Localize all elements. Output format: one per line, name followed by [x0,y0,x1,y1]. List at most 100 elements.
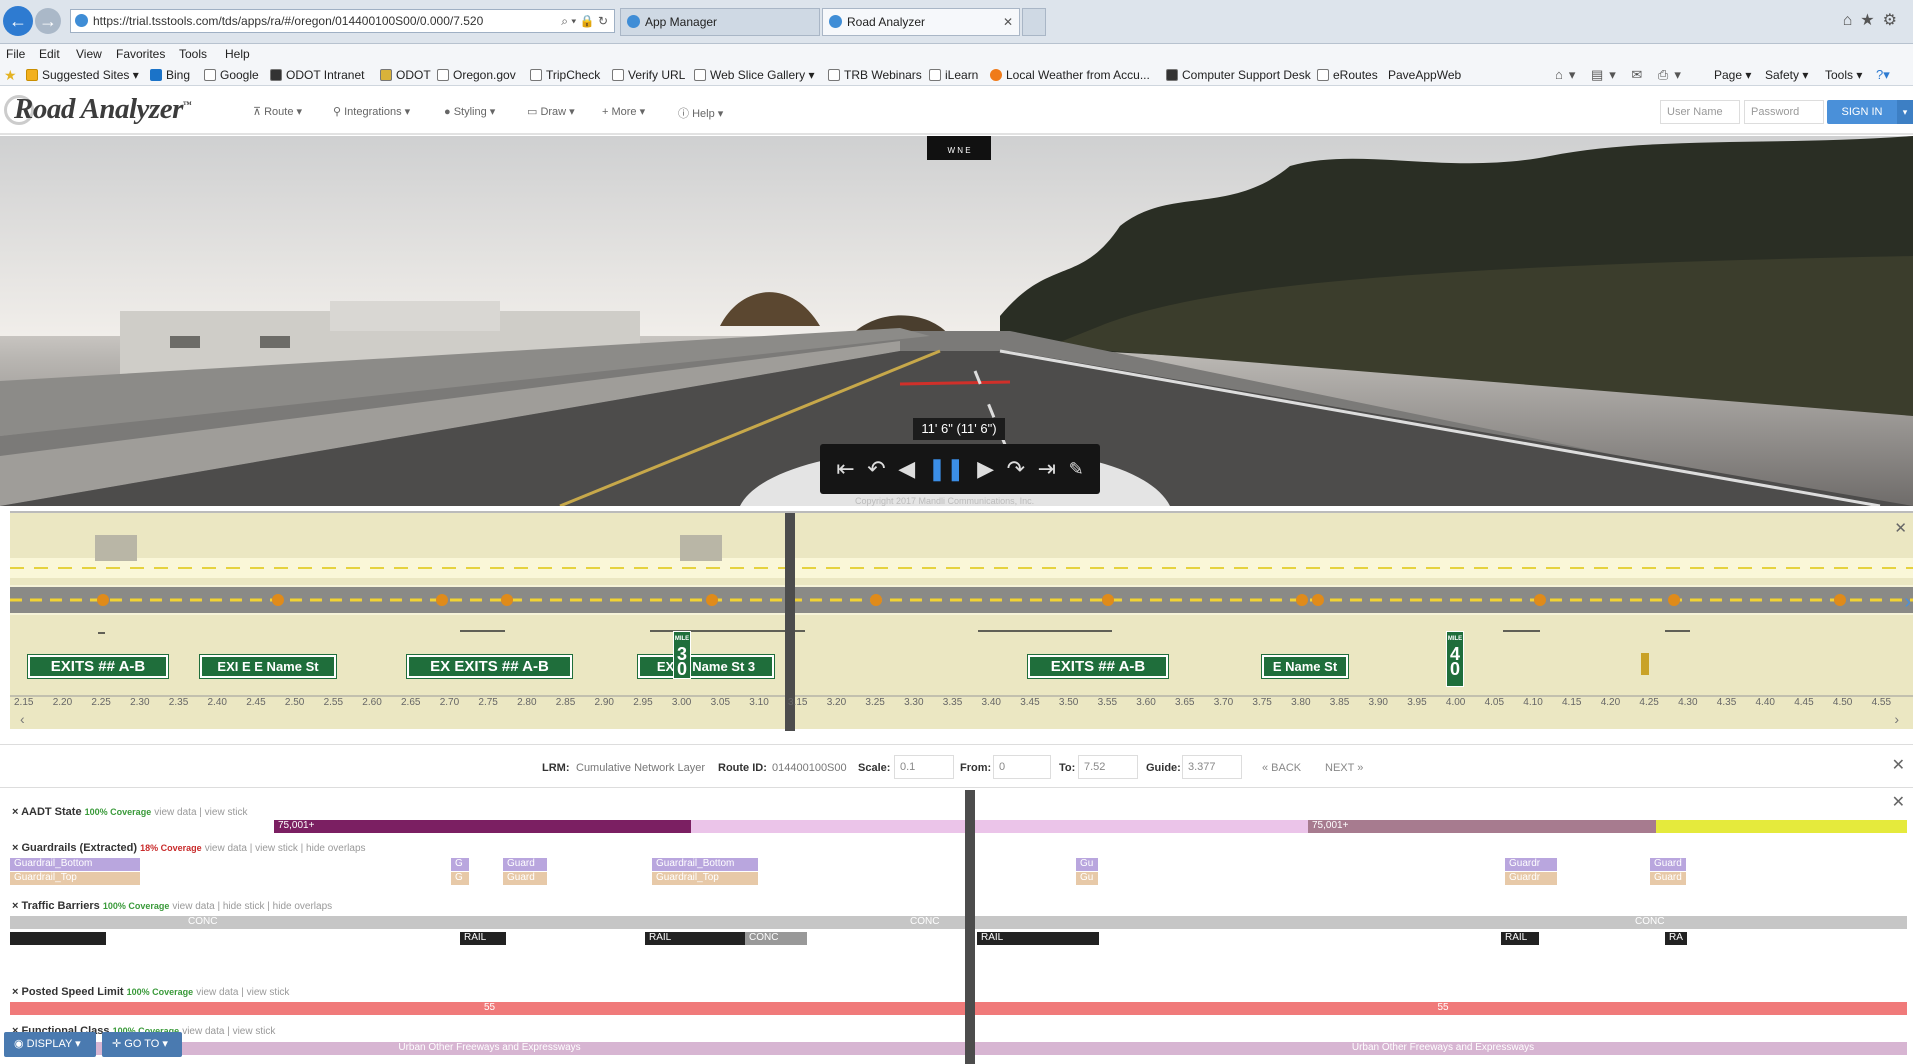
menu-tools[interactable]: Tools [179,47,207,61]
pause-icon[interactable]: ❚❚ [928,456,965,482]
fav-bing[interactable]: Bing [150,68,190,82]
collapse-icon[interactable]: × [12,806,21,818]
play-reverse-icon[interactable]: ◀ [898,456,915,482]
speed-segment[interactable]: 55 [975,1002,1907,1015]
guardrail-segment[interactable]: Guard [503,858,547,871]
step-forward-icon[interactable]: ↷ [1007,456,1025,482]
exit-sign[interactable]: E Name St [1261,654,1349,679]
address-bar[interactable]: https://trial.tsstools.com/tds/apps/ra/#… [70,9,615,33]
lrm-value[interactable]: Cumulative Network Layer [576,762,705,774]
fav-local-weather[interactable]: Local Weather from Accu... [990,68,1150,82]
new-tab-button[interactable] [1022,8,1046,36]
next-button[interactable]: NEXT » [1325,762,1363,774]
menu-edit[interactable]: Edit [39,47,60,61]
command-page[interactable]: Page ▾ [1714,68,1751,82]
measure-pencil-icon[interactable]: ✎ [1069,459,1084,480]
menu-help[interactable]: ⓘ Help ▾ [678,105,723,121]
username-input[interactable]: User Name [1660,100,1740,124]
barrier-segment[interactable] [10,932,106,945]
fav-oregon-gov[interactable]: Oregon.gov [437,68,516,82]
guardrail-segment[interactable]: Guardrail_Bottom [10,858,140,871]
help-icon[interactable]: ?▾ [1876,67,1890,83]
sign-in-button[interactable]: SIGN IN [1827,100,1897,124]
milepost-sign[interactable]: MILE 4 0 [1446,631,1464,687]
command-safety[interactable]: Safety ▾ [1765,68,1808,82]
aadt-segment[interactable] [691,820,965,833]
guardrail-segment[interactable]: Guard [1650,858,1686,871]
barrier-segment[interactable]: CONC [975,916,1907,929]
layer-links[interactable]: view data | view stick | hide overlaps [205,843,366,854]
goto-button[interactable]: ✛ GO TO ▾ [102,1032,182,1057]
guardrail-segment[interactable]: Guardrail_Bottom [652,858,758,871]
step-back-icon[interactable]: ↶ [867,456,885,482]
fav-odot-intranet[interactable]: ODOT Intranet [270,68,364,82]
menu-more[interactable]: + More ▾ [602,105,645,118]
search-refresh-icon[interactable]: ⌕ ▾ 🔒 ↻ [561,10,608,32]
guardrail-segment[interactable]: Guard [503,872,547,885]
compass[interactable]: W N E [927,136,991,160]
functional-class-segment[interactable]: Urban Other Freeways and Expressways [975,1042,1907,1055]
menu-integrations[interactable]: ⚲ Integrations ▾ [333,105,410,118]
guardrail-segment[interactable]: Gu [1076,858,1098,871]
forward-arrow-icon[interactable]: → [35,8,61,34]
guardrail-segment[interactable]: Gu [1076,872,1098,885]
road-imagery-viewer[interactable]: W N E 11' 6" (11' 6") ⇤ ↶ ◀ ❚❚ ▶ ↷ ⇥ ✎ C… [0,136,1913,506]
fav-trb-webinars[interactable]: TRB Webinars [828,68,922,82]
close-icon[interactable]: ✕ [1892,792,1905,812]
layer-links[interactable]: view data | hide stick | hide overlaps [172,901,332,912]
barrier-segment[interactable]: RAIL [460,932,506,945]
barrier-segment[interactable]: CONC [745,932,807,945]
aadt-segment[interactable]: 75,001+ [274,820,691,833]
fav-google[interactable]: Google [204,68,259,82]
exit-sign[interactable]: EXITS ## A-B [27,654,169,679]
scroll-left-icon[interactable]: ‹ [20,711,25,727]
fav-computer-support-desk[interactable]: Computer Support Desk [1166,68,1311,82]
close-icon[interactable]: ✕ [1892,755,1905,775]
fav-tripcheck[interactable]: TripCheck [530,68,600,82]
layer-links[interactable]: view data | view stick [182,1026,275,1037]
aadt-segment[interactable]: 75,001+ [1308,820,1656,833]
barrier-segment[interactable]: RAIL [977,932,1099,945]
menu-favorites[interactable]: Favorites [116,47,165,61]
command-tools[interactable]: Tools ▾ [1825,68,1862,82]
tab-app-manager[interactable]: App Manager [620,8,820,36]
close-icon[interactable]: ✕ [1894,519,1907,537]
fav-web-slice-gallery[interactable]: Web Slice Gallery ▾ [694,68,815,82]
aadt-segment[interactable] [1656,820,1907,833]
barrier-segment[interactable]: RA [1665,932,1687,945]
menu-help[interactable]: Help [225,47,250,61]
menu-file[interactable]: File [6,47,25,61]
barrier-segment[interactable]: RAIL [645,932,745,945]
guardrail-segment[interactable]: Guardrail_Top [652,872,758,885]
play-icon[interactable]: ▶ [977,456,994,482]
password-input[interactable]: Password [1744,100,1824,124]
layer-links[interactable]: view data | view stick [196,987,289,998]
menu-draw[interactable]: ▭ Draw ▾ [527,105,575,118]
guardrail-segment[interactable]: Guard [1650,872,1686,885]
guide-input[interactable]: 3.377 [1182,755,1242,779]
exit-sign[interactable]: EXI E E Name St [199,654,337,679]
milepost-sign[interactable]: MILE 3 0 [673,631,691,679]
guardrail-segment[interactable]: Guardr [1505,872,1557,885]
menu-styling[interactable]: ● Styling ▾ [444,105,495,118]
straight-line-diagram[interactable]: EXITS ## A-B EXI E E Name St EX EXITS ##… [10,511,1913,731]
layer-links[interactable]: view data | view stick [154,807,247,818]
exit-sign[interactable]: EX EXITS ## A-B [406,654,573,679]
jump-back-icon[interactable]: ⇤ [836,456,854,482]
back-arrow-icon[interactable]: ← [3,6,33,36]
back-button[interactable]: « BACK [1262,762,1301,774]
favorites-star-icon[interactable]: ★ [4,67,17,84]
display-button[interactable]: ◉ DISPLAY ▾ [4,1032,96,1057]
close-tab-icon[interactable]: ✕ [1003,9,1013,35]
toolbar-icons[interactable]: ⌂▾ ▤▾ ✉ ⎙▾ [1555,67,1687,83]
barrier-segment[interactable]: CONC CONC [10,916,965,929]
speed-segment[interactable]: 55 [10,1002,965,1015]
scale-input[interactable]: 0.1 [894,755,954,779]
tab-road-analyzer[interactable]: Road Analyzer ✕ [822,8,1020,36]
fav-ilearn[interactable]: iLearn [929,68,978,82]
sign-in-dropdown[interactable]: ▾ [1897,100,1913,124]
fav-suggested-sites[interactable]: Suggested Sites ▾ [26,68,139,82]
fav-odot[interactable]: ODOT [380,68,431,82]
fav-verify-url[interactable]: Verify URL [612,68,685,82]
to-input[interactable]: 7.52 [1078,755,1138,779]
